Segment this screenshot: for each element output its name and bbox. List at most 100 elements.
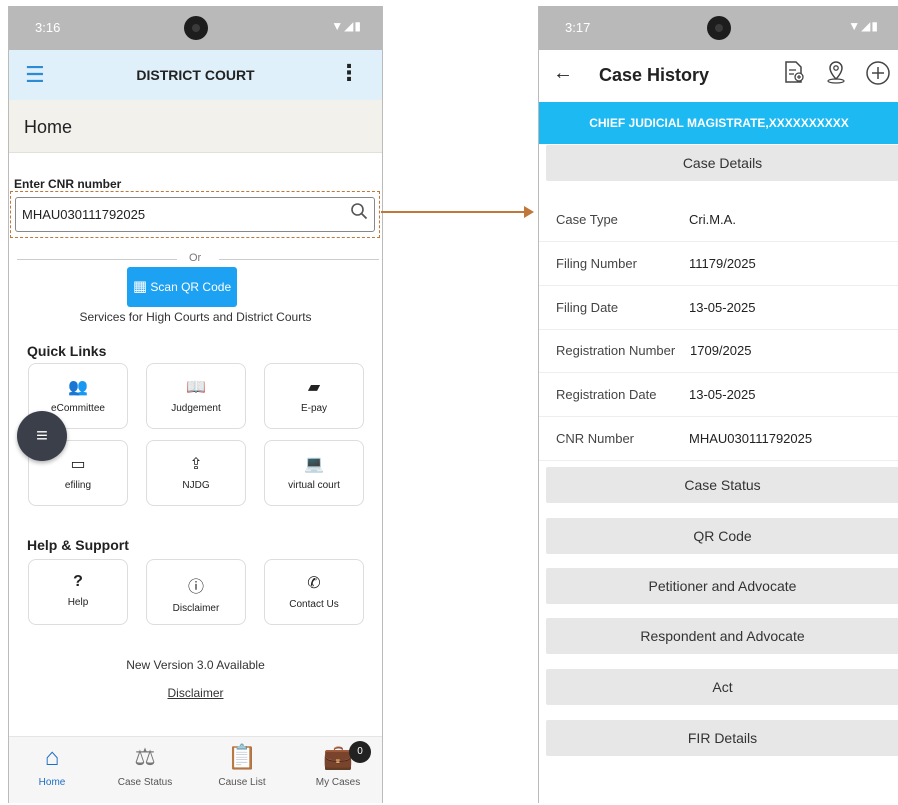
services-text: Services for High Courts and District Co… [79, 310, 312, 324]
question-icon: ? [73, 573, 83, 590]
detail-key: Registration Number [556, 343, 676, 358]
phone-icon: ✆ [307, 575, 321, 592]
cnr-highlight-box: MHAU030111792025 [10, 191, 380, 238]
nav-label: Cause List [218, 777, 266, 788]
detail-value: 13-05-2025 [689, 300, 756, 315]
signal-battery-icon: ▼◢▮ [331, 19, 362, 33]
detail-value: 13-05-2025 [689, 387, 756, 402]
tile-label: efiling [64, 480, 92, 491]
tile-njdg[interactable]: ⇪ NJDG [146, 440, 246, 506]
left-phone-screen: 3:16 ▼◢▮ ☰ DISTRICT COURT ⋮ Home Enter C… [8, 6, 383, 803]
book-icon: 📖 [186, 379, 206, 396]
detail-row-filing-date: Filing Date 13-05-2025 [539, 286, 898, 330]
tile-epay[interactable]: ▰ E-pay [264, 363, 364, 429]
app-title: DISTRICT COURT [136, 67, 255, 83]
tile-label: Judgement [171, 403, 221, 414]
tile-label: Disclaimer [172, 603, 220, 614]
status-time: 3:17 [565, 20, 591, 35]
section-case-status[interactable]: Case Status [546, 467, 898, 503]
detail-row-registration-number: Registration Number 1709/2025 [539, 329, 898, 373]
case-details-header[interactable]: Case Details [546, 145, 898, 181]
section-respondent-advocate[interactable]: Respondent and Advocate [546, 618, 898, 654]
section-act[interactable]: Act [546, 669, 898, 705]
section-qr-code[interactable]: QR Code [546, 518, 898, 554]
camera-cutout [707, 16, 731, 40]
section-petitioner-advocate[interactable]: Petitioner and Advocate [546, 568, 898, 604]
disclaimer-link[interactable]: Disclaimer [167, 686, 223, 700]
nav-cause-list[interactable]: 📋 Cause List [199, 743, 285, 788]
tile-disclaimer[interactable]: ⓘ Disclaimer [146, 559, 246, 625]
divider-line [17, 259, 177, 260]
qr-code-icon: ▦ [132, 278, 148, 295]
scales-icon: ⚖ [134, 744, 156, 771]
home-icon: ⌂ [44, 744, 60, 771]
add-document-icon[interactable] [781, 60, 807, 86]
tile-virtual-court[interactable]: 💻 virtual court [264, 440, 364, 506]
status-bar: 3:16 ▼◢▮ [9, 6, 382, 50]
new-version-text: New Version 3.0 Available [126, 658, 265, 672]
or-text: Or [189, 252, 202, 264]
detail-key: Case Type [556, 212, 618, 227]
tile-label: Contact Us [289, 599, 339, 610]
floating-menu-button[interactable]: ≡ [17, 411, 67, 461]
nav-label: Case Status [117, 777, 173, 788]
scan-qr-button[interactable]: ▦ Scan QR Code [127, 267, 237, 307]
nav-home[interactable]: ⌂ Home [9, 743, 95, 788]
location-pin-icon[interactable] [823, 60, 849, 86]
clipboard-icon: 📋 [227, 744, 257, 771]
tile-label: E-pay [300, 403, 328, 414]
nav-label: Home [38, 777, 66, 788]
annotation-arrow-line [381, 211, 525, 213]
nav-my-cases[interactable]: 💼 My Cases 0 [295, 741, 381, 788]
section-fir-details[interactable]: FIR Details [546, 720, 898, 756]
tile-judgement[interactable]: 📖 Judgement [146, 363, 246, 429]
detail-key: CNR Number [556, 431, 635, 446]
or-divider: Or [9, 252, 382, 266]
divider-line [219, 259, 379, 260]
tile-contact-us[interactable]: ✆ Contact Us [264, 559, 364, 625]
camera-cutout [183, 16, 208, 40]
add-circle-icon[interactable] [865, 60, 891, 86]
detail-row-case-type: Case Type Cri.M.A. [539, 198, 898, 242]
right-phone-screen: 3:17 ▼◢▮ ← Case History CHIEF JUDICIAL M… [538, 6, 898, 803]
detail-value: 1709/2025 [690, 343, 752, 358]
cnr-input[interactable]: MHAU030111792025 [15, 197, 375, 232]
court-name-banner: CHIEF JUDICIAL MAGISTRATE,XXXXXXXXXX [539, 102, 898, 144]
signal-battery-icon: ▼◢▮ [848, 19, 879, 33]
search-icon[interactable] [350, 202, 368, 226]
detail-value: Cri.M.A. [689, 212, 736, 227]
status-time: 3:16 [35, 20, 61, 35]
users-icon: 👥 [68, 379, 88, 396]
nav-label: My Cases [315, 777, 361, 788]
back-arrow-icon[interactable]: ← [553, 62, 573, 85]
my-cases-badge: 0 [349, 741, 371, 763]
tile-label: Help [67, 597, 89, 608]
detail-key: Filing Date [556, 300, 619, 315]
cnr-input-value: MHAU030111792025 [22, 207, 146, 222]
detail-value: 11179/2025 [689, 256, 756, 271]
page-header: Home [9, 100, 382, 153]
bottom-navigation: ⌂ Home ⚖ Case Status 📋 Cause List 💼 My C… [9, 736, 382, 803]
quick-links-title: Quick Links [27, 343, 107, 359]
annotation-arrow-head [524, 206, 534, 218]
detail-row-cnr-number: CNR Number MHAU030111792025 [539, 417, 898, 461]
detail-row-filing-number: Filing Number 11179/2025 [539, 242, 898, 286]
detail-key: Filing Number [556, 256, 637, 271]
page-title: Home [24, 117, 73, 137]
more-options-icon[interactable]: ⋮ [338, 60, 360, 86]
nav-case-status[interactable]: ⚖ Case Status [102, 743, 188, 788]
upload-screen-icon: ⇪ [189, 456, 203, 473]
info-icon: ⓘ [187, 579, 204, 596]
scan-qr-label: Scan QR Code [150, 280, 232, 294]
help-support-title: Help & Support [27, 537, 129, 553]
detail-value: MHAU030111792025 [689, 431, 813, 446]
tile-label: virtual court [288, 480, 340, 491]
cnr-label: Enter CNR number [14, 177, 122, 191]
laptop-icon: 💻 [304, 456, 324, 473]
tile-help[interactable]: ? Help [28, 559, 128, 625]
wallet-icon: ▰ [307, 379, 321, 396]
status-bar: 3:17 ▼◢▮ [539, 6, 898, 50]
tile-label: NJDG [182, 480, 210, 491]
page-title: Case History [599, 65, 710, 85]
app-bar: ☰ DISTRICT COURT ⋮ [9, 50, 382, 100]
